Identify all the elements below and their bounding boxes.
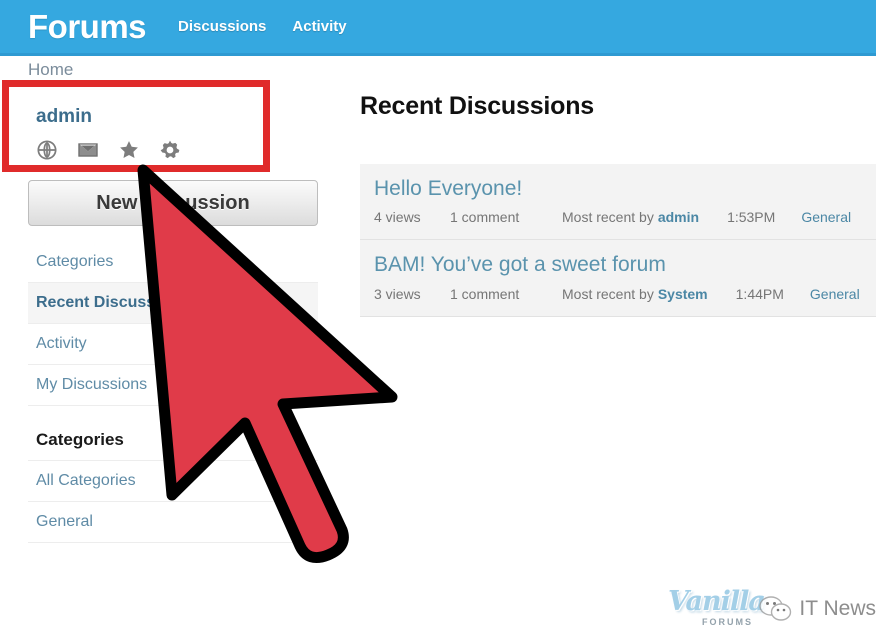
sidebar-item-categories[interactable]: Categories — [28, 242, 318, 283]
globe-icon[interactable] — [36, 139, 58, 161]
nav-item-activity[interactable]: Activity — [292, 18, 346, 35]
comments-count: 1 comment — [450, 209, 520, 226]
envelope-icon[interactable] — [77, 139, 99, 161]
username-label[interactable]: admin — [36, 106, 290, 129]
timestamp: 1:44PM — [735, 285, 784, 302]
discussion-title[interactable]: Hello Everyone! — [374, 176, 876, 202]
views-count: 3 views — [374, 285, 421, 302]
most-recent-author[interactable]: admin — [658, 209, 699, 225]
page-title: Recent Discussions — [360, 92, 594, 120]
user-panel: admin — [28, 96, 290, 167]
breadcrumb-home[interactable]: Home — [28, 60, 73, 80]
main-content: Recent Discussions Hello Everyone! 4 vie… — [360, 92, 876, 317]
discussion-row[interactable]: Hello Everyone! 4 views 1 comment Most r… — [360, 164, 876, 241]
watermark-group: Vanilla FORUMS IT News — [668, 583, 876, 635]
nav-item-discussions[interactable]: Discussions — [178, 18, 266, 35]
new-discussion-button[interactable]: New Discussion — [28, 180, 318, 226]
itnews-label: IT News — [799, 597, 876, 620]
sidebar-heading-categories: Categories — [28, 412, 318, 461]
discussion-meta: 4 views 1 comment Most recent by admin 1… — [374, 209, 876, 225]
star-icon[interactable] — [118, 139, 140, 161]
most-recent-author[interactable]: System — [658, 286, 708, 302]
most-recent-prefix: Most recent by — [562, 209, 654, 226]
most-recent-prefix: Most recent by — [562, 285, 654, 302]
site-brand-logo[interactable]: Forums — [28, 10, 147, 43]
timestamp: 1:53PM — [727, 209, 776, 226]
category-link[interactable]: General — [801, 209, 851, 225]
sidebar-item-my-discussions[interactable]: My Discussions — [28, 365, 318, 406]
vanilla-logo-sub: FORUMS — [702, 617, 753, 627]
category-link[interactable]: General — [810, 286, 860, 302]
wechat-icon — [759, 596, 792, 621]
gear-icon[interactable] — [159, 139, 181, 161]
discussion-row[interactable]: BAM! You’ve got a sweet forum 3 views 1 … — [360, 240, 876, 317]
sidebar-item-all-categories[interactable]: All Categories — [28, 461, 318, 502]
discussion-title[interactable]: BAM! You’ve got a sweet forum — [374, 252, 876, 278]
site-header: Forums Discussions Activity — [0, 0, 876, 56]
vanilla-forums-logo: Vanilla FORUMS — [668, 586, 766, 632]
discussion-meta: 3 views 1 comment Most recent by System … — [374, 286, 876, 302]
user-icon-row — [36, 139, 290, 161]
sidebar-item-general[interactable]: General — [28, 502, 318, 543]
views-count: 4 views — [374, 209, 421, 226]
vanilla-logo-word: Vanilla — [668, 586, 766, 617]
comments-count: 1 comment — [450, 285, 520, 302]
sidebar-item-activity[interactable]: Activity — [28, 324, 318, 365]
discussion-list: Hello Everyone! 4 views 1 comment Most r… — [360, 164, 876, 317]
sidebar-item-recent-discussions[interactable]: Recent Discussions — [28, 283, 318, 324]
sidebar-nav: Categories Recent Discussions Activity M… — [28, 242, 318, 543]
sidebar: admin New Discussion Categories Recent D… — [28, 96, 318, 543]
wechat-watermark: IT News — [758, 595, 876, 623]
forum-page: Forums Discussions Activity Home admin N… — [0, 0, 876, 635]
